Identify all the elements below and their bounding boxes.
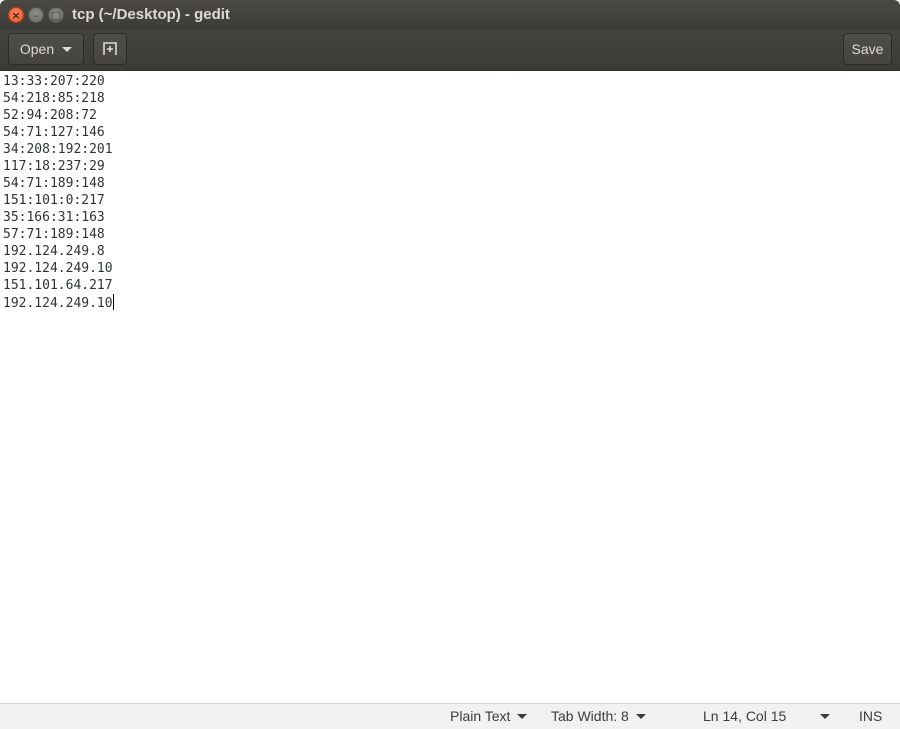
text-line-content: 192.124.249.8 [3, 244, 105, 259]
text-line-content: 34:208:192:201 [3, 142, 113, 157]
close-icon: × [11, 9, 21, 22]
text-line[interactable]: 117:18:237:29 [3, 158, 105, 175]
text-line[interactable]: 192.124.249.10 [3, 260, 113, 277]
chevron-down-icon [820, 713, 831, 719]
text-line[interactable]: 151:101:0:217 [3, 192, 105, 209]
tab-width-label: Tab Width: 8 [551, 708, 629, 724]
text-line-content: 192.124.249.10 [3, 296, 113, 311]
text-line[interactable]: 151.101.64.217 [3, 277, 113, 294]
text-line[interactable]: 57:71:189:148 [3, 226, 105, 243]
text-line-content: 151.101.64.217 [3, 278, 113, 293]
window-title: tcp (~/Desktop) - gedit [72, 6, 230, 23]
text-line-content: 52:94:208:72 [3, 108, 97, 123]
minimize-icon: – [33, 9, 39, 22]
text-line-content: 117:18:237:29 [3, 159, 105, 174]
text-line[interactable]: 54:71:127:146 [3, 124, 105, 141]
open-button[interactable]: Open [8, 33, 84, 65]
save-button[interactable]: Save [843, 33, 892, 65]
text-line-content: 57:71:189:148 [3, 227, 105, 242]
minimize-window-button[interactable]: – [28, 7, 44, 23]
text-line-content: 35:166:31:163 [3, 210, 105, 225]
close-window-button[interactable]: × [8, 7, 24, 23]
text-line[interactable]: 34:208:192:201 [3, 141, 113, 158]
text-line[interactable]: 192.124.249.8 [3, 243, 105, 260]
text-line[interactable]: 13:33:207:220 [3, 73, 105, 90]
maximize-icon: □ [50, 9, 62, 22]
open-button-label: Open [19, 41, 55, 57]
text-line-content: 54:218:85:218 [3, 91, 105, 106]
new-document-icon [103, 42, 117, 55]
new-tab-button[interactable] [93, 33, 127, 65]
text-line-content: 13:33:207:220 [3, 74, 105, 89]
tab-width-selector[interactable]: Tab Width: 8 [551, 708, 646, 724]
status-bar: Plain Text Tab Width: 8 Ln 14, Col 15 IN… [0, 703, 900, 729]
text-line[interactable]: 52:94:208:72 [3, 107, 97, 124]
insert-mode-indicator[interactable]: INS [859, 708, 882, 724]
chevron-down-icon [517, 713, 528, 719]
text-line[interactable]: 35:166:31:163 [3, 209, 105, 226]
cursor-position-selector[interactable]: Ln 14, Col 15 [703, 708, 831, 724]
text-line[interactable]: 192.124.249.10 [3, 294, 114, 312]
maximize-window-button[interactable]: □ [48, 7, 64, 23]
text-line-content: 54:71:189:148 [3, 176, 105, 191]
text-line-content: 54:71:127:146 [3, 125, 105, 140]
text-cursor [112, 294, 114, 310]
text-line-content: 192.124.249.10 [3, 261, 113, 276]
cursor-position-label: Ln 14, Col 15 [703, 708, 787, 724]
insert-mode-label: INS [859, 708, 883, 724]
language-selector[interactable]: Plain Text [450, 708, 528, 724]
text-line-content: 151:101:0:217 [3, 193, 105, 208]
text-line[interactable]: 54:218:85:218 [3, 90, 105, 107]
title-bar: × – □ tcp (~/Desktop) - gedit [0, 0, 900, 30]
language-label: Plain Text [450, 708, 511, 724]
header-bar: Open Save [0, 30, 900, 71]
chevron-down-icon [62, 46, 73, 52]
text-line[interactable]: 54:71:189:148 [3, 175, 105, 192]
chevron-down-icon [635, 713, 646, 719]
text-editor[interactable]: 13:33:207:220 54:218:85:218 52:94:208:72 54… [0, 71, 900, 703]
